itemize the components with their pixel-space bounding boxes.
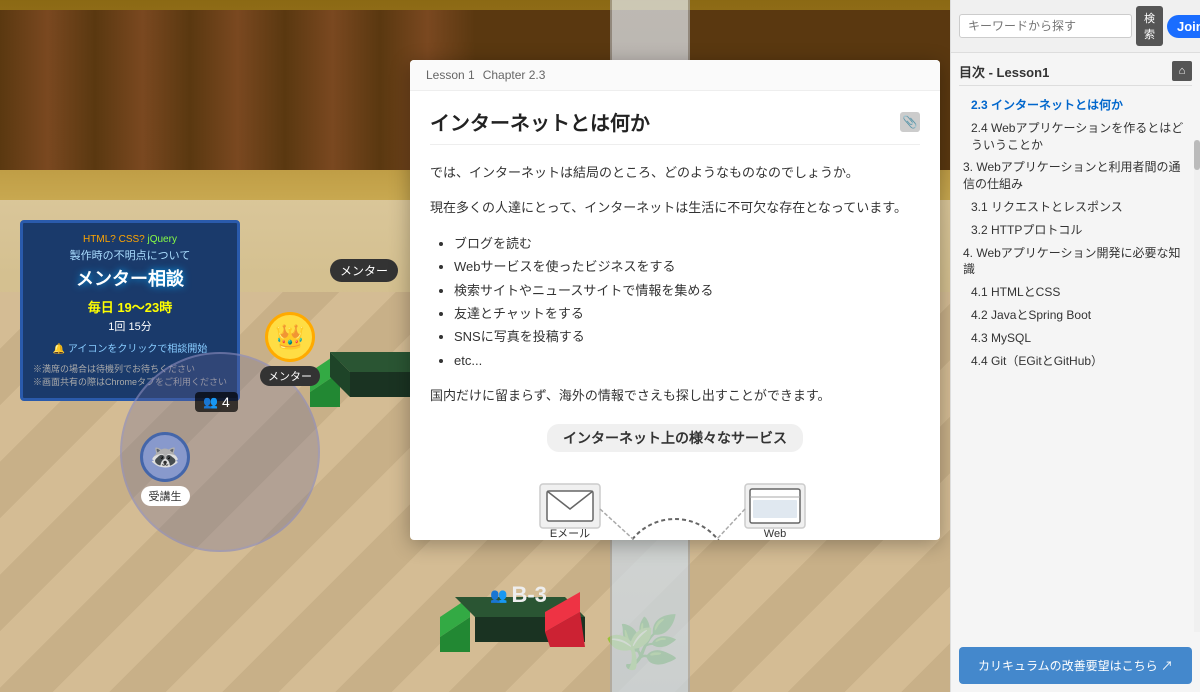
lesson-list: ブログを読む Webサービスを使ったビジネスをする 検索サイトやニュースサイトで… xyxy=(430,232,920,372)
diagram-title: インターネット上の様々なサービス xyxy=(547,424,803,452)
toc-panel: 目次 - Lesson1 ⌂ 2.3 インターネットとは何か 2.4 Webアプ… xyxy=(951,53,1200,639)
mentor-popup-label: メンター xyxy=(340,264,388,278)
breadcrumb-chapter: Chapter 2.3 xyxy=(483,68,546,82)
scrollbar-thumb[interactable] xyxy=(1194,140,1200,170)
right-panel: 検索 Join ⤢ 目次 - Lesson1 ⌂ 2.3 インターネットとは何か… xyxy=(950,0,1200,692)
toc-item-2-4[interactable]: 2.4 Webアプリケーションを作るとはどういうことか xyxy=(959,117,1192,157)
board-subtitle: 製作時の不明点について xyxy=(33,247,227,263)
breadcrumb-lesson: Lesson 1 xyxy=(426,68,475,82)
toc-header: 目次 - Lesson1 ⌂ xyxy=(959,61,1192,86)
lesson-para3: 国内だけに留まらず、海外の情報でさえも探し出すことができます。 xyxy=(430,384,920,407)
num-badge-value: 4 xyxy=(222,394,230,410)
toc-item-4-2[interactable]: 4.2 JavaとSpring Boot xyxy=(959,304,1192,327)
lesson-para2: 現在多くの人達にとって、インターネットは生活に不可欠な存在となっています。 xyxy=(430,196,920,219)
desk-b3: 👥 B-3 xyxy=(430,572,590,662)
student-avatar[interactable]: 🦝 xyxy=(140,432,190,482)
num-badge: 👥 4 xyxy=(195,392,238,412)
lesson-title-icon: 📎 xyxy=(900,112,920,132)
internet-diagram: インターネット上の様々なサービス インターネット Eメール Web 📞 xyxy=(430,424,920,540)
toc-item-3-1[interactable]: 3.1 リクエストとレスポンス xyxy=(959,196,1192,219)
toc-item-2-3[interactable]: 2.3 インターネットとは何か xyxy=(959,94,1192,117)
student-character[interactable]: 🦝 受講生 xyxy=(140,432,190,506)
mentor-board-title-area: HTML? CSS? jQuery 製作時の不明点について メンター相談 xyxy=(33,233,227,291)
lesson-content: インターネットとは何か 📎 では、インターネットは結局のところ、どのようなものな… xyxy=(410,91,940,540)
toc-item-4-3[interactable]: 4.3 MySQL xyxy=(959,327,1192,350)
toc-home-icon[interactable]: ⌂ xyxy=(1172,61,1192,81)
toc-section-4[interactable]: 4. Webアプリケーション開発に必要な知識 xyxy=(959,242,1192,282)
search-input[interactable] xyxy=(959,14,1132,38)
right-panel-header: 検索 Join ⤢ xyxy=(951,0,1200,53)
list-item: etc... xyxy=(454,349,920,372)
board-tags: HTML? CSS? jQuery xyxy=(83,234,177,245)
toc-section-3[interactable]: 3. Webアプリケーションと利用者間の通信の仕組み xyxy=(959,156,1192,196)
toc-item-3-2[interactable]: 3.2 HTTPプロトコル xyxy=(959,219,1192,242)
svg-text:Web: Web xyxy=(764,528,786,540)
list-item: SNSに写真を投稿する xyxy=(454,325,920,348)
join-button[interactable]: Join xyxy=(1167,15,1200,38)
mentor-popup: メンター xyxy=(330,259,398,282)
lesson-breadcrumb: Lesson 1 Chapter 2.3 xyxy=(410,60,940,91)
mentor-character[interactable]: 👑 メンター xyxy=(260,312,320,386)
list-item: 検索サイトやニュースサイトで情報を集める xyxy=(454,279,920,302)
student-label: 受講生 xyxy=(141,486,190,506)
mentor-label: メンター xyxy=(260,366,320,386)
list-item: ブログを読む xyxy=(454,232,920,255)
list-item: 友達とチャットをする xyxy=(454,302,920,325)
b3-label: B-3 xyxy=(511,582,546,608)
board-main-title: メンター相談 xyxy=(33,265,227,291)
lesson-para1: では、インターネットは結局のところ、どのようなものなのでしょうか。 xyxy=(430,161,920,184)
lesson-title-row: インターネットとは何か 📎 xyxy=(430,107,920,145)
lesson-title-text: インターネットとは何か xyxy=(430,107,650,136)
b3-label-area: 👥 B-3 xyxy=(490,582,547,608)
toc-item-4-1[interactable]: 4.1 HTMLとCSS xyxy=(959,281,1192,304)
search-button[interactable]: 検索 xyxy=(1136,6,1163,46)
list-item: Webサービスを使ったビジネスをする xyxy=(454,255,920,278)
avatar-area: 👑 メンター 🦝 受講生 👥 4 xyxy=(100,312,380,592)
svg-text:Eメール: Eメール xyxy=(550,528,590,540)
diagram-svg: インターネット Eメール Web 📞 IP電話 xyxy=(485,464,865,540)
lesson-panel: Lesson 1 Chapter 2.3 インターネットとは何か 📎 では、イン… xyxy=(410,60,940,540)
mentor-avatar[interactable]: 👑 xyxy=(265,312,315,362)
curriculum-button[interactable]: カリキュラムの改善要望はこちら ↗ xyxy=(959,647,1192,684)
toc-item-4-4[interactable]: 4.4 Git（EGitとGitHub） xyxy=(959,350,1192,373)
toc-header-label: 目次 - Lesson1 xyxy=(959,62,1049,81)
scrollbar-track[interactable] xyxy=(1194,140,1200,632)
